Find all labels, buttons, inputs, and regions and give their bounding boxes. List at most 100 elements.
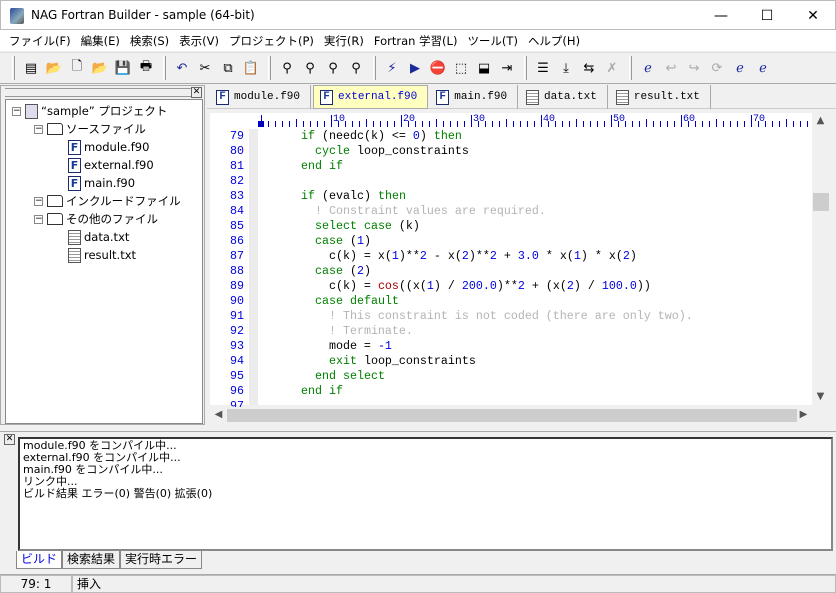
tree-item-folder[interactable]: − インクルードファイル: [34, 192, 181, 210]
horizontal-scrollbar[interactable]: ◀ ▶: [210, 407, 812, 424]
indent-icon[interactable]: ☰: [533, 57, 553, 79]
token: loop_constraints: [356, 354, 476, 368]
scroll-up-icon[interactable]: ▲: [812, 115, 829, 126]
tree-item-text[interactable]: data.txt: [68, 228, 129, 246]
collapse-icon[interactable]: −: [12, 106, 21, 116]
code-line[interactable]: 81 end if: [210, 159, 812, 174]
copy-icon[interactable]: ⧉: [218, 57, 238, 79]
collapse-icon[interactable]: −: [34, 196, 43, 206]
close-button[interactable]: ✕: [790, 1, 836, 31]
undo-icon[interactable]: ↶: [172, 57, 192, 79]
scroll-right-icon[interactable]: ▶: [795, 409, 812, 420]
code-line[interactable]: 89 c(k) = cos((x(1) / 200.0)**2 + (x(2) …: [210, 279, 812, 294]
clear-icon[interactable]: ✗: [602, 57, 622, 79]
save-icon[interactable]: 💾: [113, 57, 133, 79]
menu-item[interactable]: ファイル(F): [4, 30, 76, 51]
token: ) /: [433, 279, 462, 293]
edit-e-icon[interactable]: ℯ: [753, 57, 773, 79]
output-tab[interactable]: 検索結果: [62, 551, 121, 569]
code-lines[interactable]: 79 if (needc(k) <= 0) then 80 cycle loop_…: [210, 129, 812, 414]
code-line[interactable]: 85 select case (k): [210, 219, 812, 234]
tab-result-txt[interactable]: result.txt: [610, 85, 711, 109]
menu-item[interactable]: Fortran 学習(L): [369, 30, 463, 51]
paste-icon[interactable]: 📋: [241, 57, 261, 79]
print-icon[interactable]: 🖶: [136, 57, 156, 79]
find-in-files-icon[interactable]: ⚲: [346, 57, 366, 79]
scroll-down-icon[interactable]: ▼: [812, 391, 829, 402]
code-line[interactable]: 82: [210, 174, 812, 189]
tree-item-text[interactable]: result.txt: [68, 246, 136, 264]
tree-item-project[interactable]: − “sample” プロジェクト: [12, 102, 167, 120]
code-editor[interactable]: 10 20 30 40 50 60 70 79 if (needc(k) <= 0) the…: [210, 113, 815, 413]
tree-item-fortran[interactable]: Fexternal.f90: [68, 156, 154, 174]
ruler-tick: [667, 121, 668, 127]
import-icon[interactable]: ⤓: [556, 57, 576, 79]
code-line[interactable]: 96 end if: [210, 384, 812, 399]
code-line[interactable]: 86 case (1): [210, 234, 812, 249]
close-panel-icon[interactable]: ✕: [191, 87, 202, 98]
step-into-icon[interactable]: ⬓: [474, 57, 494, 79]
code-line[interactable]: 79 if (needc(k) <= 0) then: [210, 129, 812, 144]
find-previous-icon[interactable]: ⚲: [323, 57, 343, 79]
vertical-scrollbar[interactable]: ▲ ▼: [812, 113, 830, 407]
tab-main-f90[interactable]: Fmain.f90: [430, 85, 519, 109]
tab-module-f90[interactable]: Fmodule.f90: [210, 85, 312, 109]
e-learning-icon[interactable]: ℯ: [638, 57, 658, 79]
code-line[interactable]: 83 if (evalc) then: [210, 189, 812, 204]
collapse-icon[interactable]: −: [34, 214, 43, 224]
open-folder-icon[interactable]: 📂: [44, 57, 64, 79]
menu-item[interactable]: 実行(R): [319, 30, 369, 51]
code-line[interactable]: 94 exit loop_constraints: [210, 354, 812, 369]
code-line[interactable]: 80 cycle loop_constraints: [210, 144, 812, 159]
step-over-icon[interactable]: ⬚: [451, 57, 471, 79]
new-file-icon[interactable]: 🗋: [67, 57, 87, 79]
export-icon[interactable]: ⇆: [579, 57, 599, 79]
code-line[interactable]: 91 ! This constraint is not coded (there…: [210, 309, 812, 324]
find-next-icon[interactable]: ⚲: [300, 57, 320, 79]
menu-item[interactable]: 検索(S): [125, 30, 174, 51]
code-line[interactable]: 92 ! Terminate.: [210, 324, 812, 339]
search-e-icon[interactable]: ℯ: [730, 57, 750, 79]
tree-item-fortran[interactable]: Fmodule.f90: [68, 138, 149, 156]
tab-external-f90[interactable]: Fexternal.f90: [313, 85, 429, 109]
stop-icon[interactable]: ⛔: [428, 57, 448, 79]
token: 2: [356, 264, 364, 278]
run-icon[interactable]: ▶: [405, 57, 425, 79]
code-line[interactable]: 90 case default: [210, 294, 812, 309]
cut-icon[interactable]: ✂: [195, 57, 215, 79]
menu-item[interactable]: プロジェクト(P): [224, 30, 319, 51]
minimize-button[interactable]: —: [698, 1, 744, 31]
code-line[interactable]: 88 case (2): [210, 264, 812, 279]
tree-item-folder[interactable]: − ソースファイル: [34, 120, 146, 138]
code-line[interactable]: 87 c(k) = x(1)**2 - x(2)**2 + 3.0 * x(1)…: [210, 249, 812, 264]
scroll-left-icon[interactable]: ◀: [210, 409, 227, 420]
vertical-scroll-thumb[interactable]: [813, 193, 829, 211]
menu-item[interactable]: ヘルプ(H): [523, 30, 585, 51]
code-line[interactable]: 93 mode = -1: [210, 339, 812, 354]
menu-item[interactable]: 編集(E): [76, 30, 125, 51]
collapse-icon[interactable]: −: [34, 124, 43, 134]
output-tab[interactable]: 実行時エラー: [120, 551, 203, 569]
ruler-tick: [352, 121, 353, 127]
run-to-cursor-icon[interactable]: ⇥: [497, 57, 517, 79]
find-icon[interactable]: ⚲: [277, 57, 297, 79]
menu-item[interactable]: 表示(V): [174, 30, 224, 51]
tab-data-txt[interactable]: data.txt: [520, 85, 608, 109]
panel-grip[interactable]: [5, 88, 201, 97]
output-tab[interactable]: ビルド: [16, 551, 63, 569]
build-icon[interactable]: ⚡: [382, 57, 402, 79]
ruler-tick: [702, 121, 703, 127]
close-output-icon[interactable]: ✕: [4, 434, 15, 445]
code-line[interactable]: 84 ! Constraint values are required.: [210, 204, 812, 219]
menu-item[interactable]: ツール(T): [462, 30, 523, 51]
code-line[interactable]: 95 end select: [210, 369, 812, 384]
refresh-icon[interactable]: ⟳: [707, 57, 727, 79]
tree-item-folder[interactable]: − その他のファイル: [34, 210, 158, 228]
tree-item-fortran[interactable]: Fmain.f90: [68, 174, 135, 192]
back-icon[interactable]: ↩: [661, 57, 681, 79]
new-project-icon[interactable]: ▤: [21, 57, 41, 79]
horizontal-scroll-thumb[interactable]: [227, 409, 797, 422]
maximize-button[interactable]: ☐: [744, 1, 790, 31]
open-file-icon[interactable]: 📂: [90, 57, 110, 79]
forward-icon[interactable]: ↪: [684, 57, 704, 79]
